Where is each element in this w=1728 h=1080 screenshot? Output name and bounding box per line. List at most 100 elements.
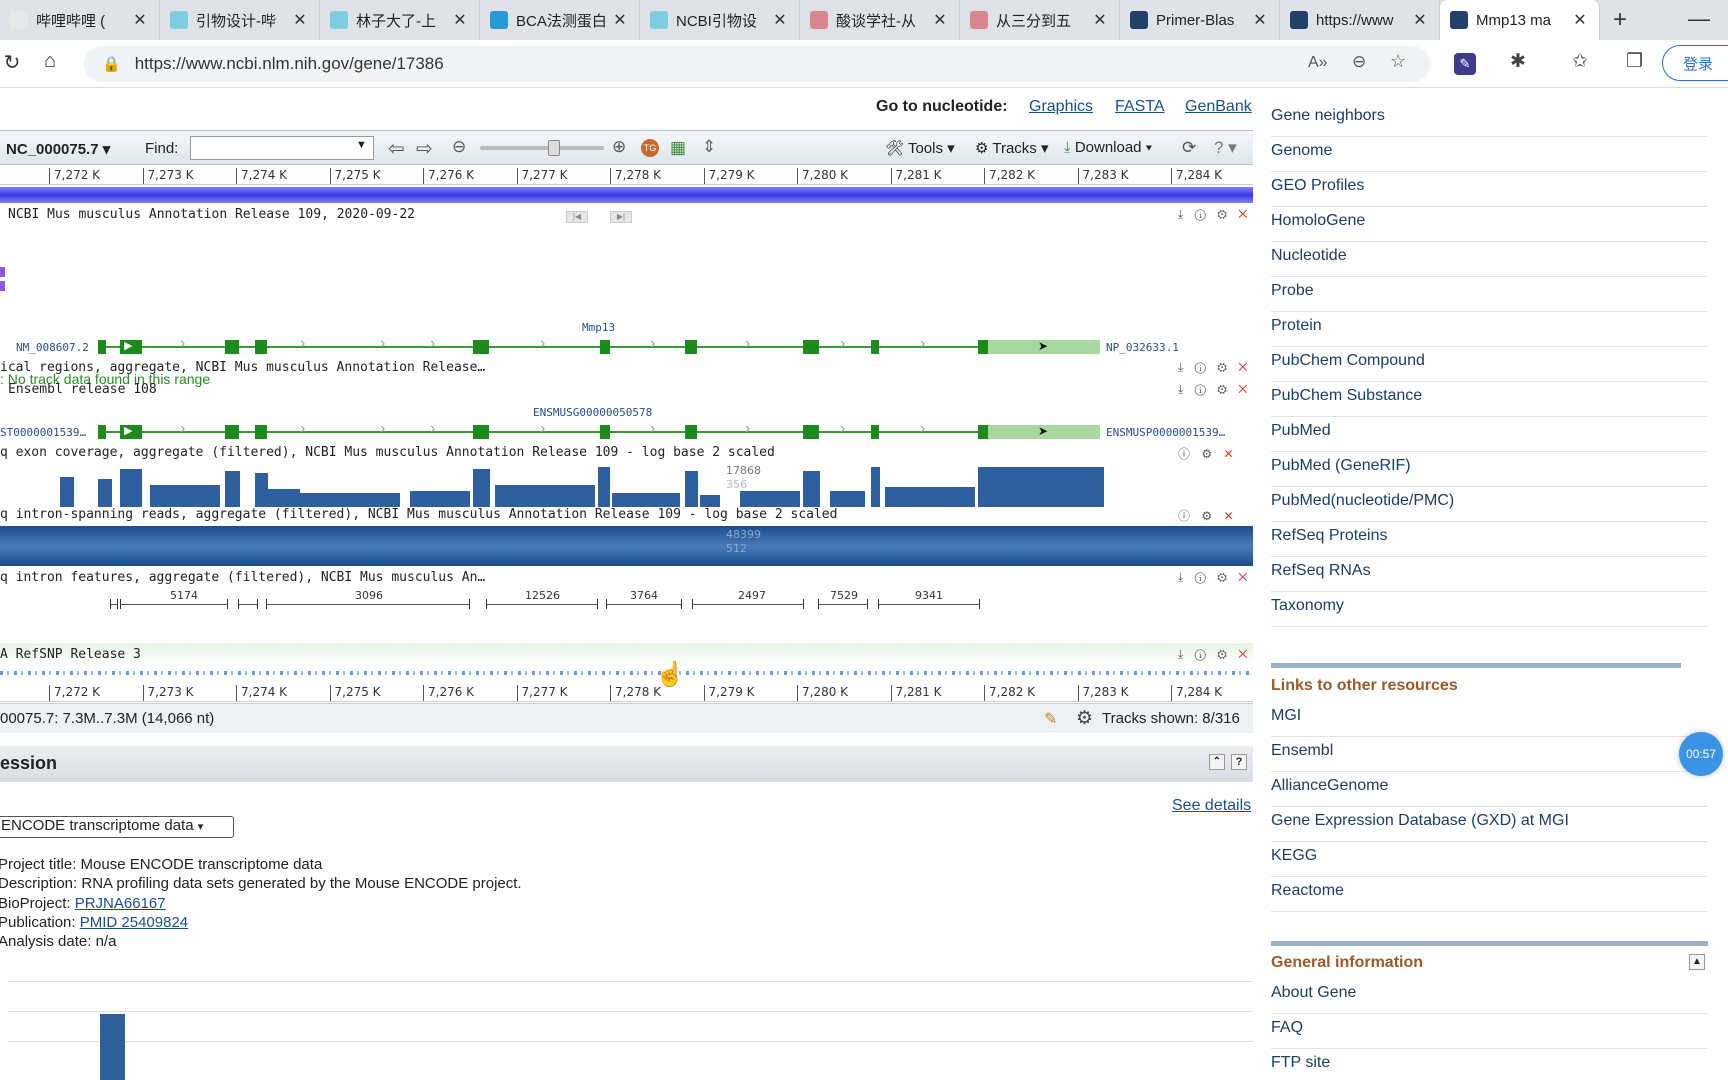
close-icon[interactable]: ✕: [291, 10, 309, 30]
sidebar-link[interactable]: Ensembl: [1271, 737, 1708, 772]
browser-tab[interactable]: Mmp13 ma ✕: [1440, 0, 1600, 40]
sidebar-link[interactable]: AllianceGenome: [1271, 772, 1708, 807]
collapse-icon[interactable]: ⌃: [1209, 754, 1225, 770]
reload-icon[interactable]: ⟳: [1182, 138, 1196, 158]
home-icon[interactable]: ⌂: [30, 50, 70, 73]
track-scroll-left[interactable]: |◀: [566, 211, 588, 223]
zoom-slider-handle[interactable]: [548, 140, 560, 156]
sidebar-link[interactable]: RefSeq Proteins: [1271, 522, 1708, 557]
extension-pen-icon[interactable]: ✎: [1454, 53, 1476, 75]
gene-model-refseq[interactable]: › › › › › › › › › ➤ ▶: [0, 335, 1253, 355]
track-controls[interactable]: ⓘ ⚙ ✕: [1178, 507, 1238, 524]
zoom-out-icon[interactable]: ⊖: [1352, 52, 1366, 72]
close-icon[interactable]: ✕: [1411, 10, 1429, 30]
refresh-icon[interactable]: ↻: [0, 50, 32, 75]
sidebar-link[interactable]: Nucleotide: [1271, 242, 1708, 277]
track-scroll-right[interactable]: ▶|: [610, 211, 632, 223]
browser-tab[interactable]: 从三分到五 ✕: [960, 0, 1120, 40]
track-controls[interactable]: ⤓ ⓘ ⚙ ✕: [1178, 382, 1251, 397]
sidebar-link[interactable]: PubChem Substance: [1271, 382, 1708, 417]
publication-link[interactable]: PMID 25409824: [80, 914, 188, 931]
browser-tab[interactable]: NCBI引物设 ✕: [640, 0, 800, 40]
edit-icon[interactable]: ✎: [1044, 709, 1057, 729]
tools-menu[interactable]: 🛠 Tools ▾: [885, 139, 955, 157]
url-bar[interactable]: 🔒 https://www.ncbi.nlm.nih.gov/gene/1738…: [84, 46, 1430, 82]
sidebar-link[interactable]: MGI: [1271, 702, 1708, 737]
close-icon[interactable]: ✕: [611, 10, 629, 30]
find-input[interactable]: [190, 136, 374, 160]
project-select[interactable]: ENCODE transcriptome data ▾: [0, 816, 234, 838]
sidebar-link[interactable]: Genome: [1271, 137, 1708, 172]
track-controls[interactable]: ⓘ ⚙ ✕: [1178, 445, 1238, 462]
accession-dropdown[interactable]: NC_000075.7 ▾: [6, 140, 110, 158]
browser-tab[interactable]: https://www ✕: [1280, 0, 1440, 40]
sidebar-link[interactable]: RefSeq RNAs: [1271, 557, 1708, 592]
pan-left-icon[interactable]: ⇦: [388, 136, 405, 161]
sidebar-link[interactable]: KEGG: [1271, 842, 1708, 877]
browser-tab[interactable]: 哔哩哔哩 (✕: [0, 0, 160, 40]
new-tab-button[interactable]: +: [1600, 0, 1640, 40]
sidebar-link[interactable]: Reactome: [1271, 877, 1708, 912]
minimize-icon[interactable]: —: [1688, 6, 1710, 32]
gear-icon[interactable]: ⚙: [1076, 707, 1093, 730]
tracks-menu[interactable]: ⚙ Tracks ▾: [975, 139, 1049, 157]
fit-view-icon[interactable]: ⇕: [702, 137, 716, 157]
bioproject-link[interactable]: PRJNA66167: [75, 895, 166, 912]
close-icon[interactable]: ✕: [1571, 10, 1589, 30]
sidebar-link[interactable]: PubMed: [1271, 417, 1708, 452]
browser-tab[interactable]: 林子大了-上 ✕: [320, 0, 480, 40]
track-controls[interactable]: ⤓ ⓘ ⚙ ✕: [1178, 360, 1251, 375]
sidebar-link[interactable]: Gene neighbors: [1271, 102, 1708, 137]
sidebar-link[interactable]: Gene Expression Database (GXD) at MGI: [1271, 807, 1708, 842]
close-icon[interactable]: ✕: [931, 10, 949, 30]
gene-model-ensembl[interactable]: › › › › › › › › › ➤ ▶: [0, 420, 1253, 440]
goto-fasta-link[interactable]: FASTA: [1115, 98, 1165, 116]
sidebar-link[interactable]: FTP site: [1271, 1049, 1708, 1080]
sidebar-link[interactable]: About Gene: [1271, 979, 1708, 1014]
close-icon[interactable]: ✕: [1251, 10, 1269, 30]
sidebar-link[interactable]: GEO Profiles: [1271, 172, 1708, 207]
sidebar-link[interactable]: PubMed (GeneRIF): [1271, 452, 1708, 487]
see-details-link[interactable]: See details: [1172, 797, 1251, 815]
zoom-in-icon[interactable]: ⊕: [612, 137, 626, 157]
sidebar-link[interactable]: Protein: [1271, 312, 1708, 347]
login-button[interactable]: 登录: [1662, 45, 1728, 81]
collapse-icon[interactable]: ▲: [1689, 954, 1705, 970]
coverage-bar: [98, 479, 112, 507]
sidebar-link[interactable]: Taxonomy: [1271, 592, 1708, 627]
browser-tab[interactable]: 酸谈学社-从 ✕: [800, 0, 960, 40]
find-dropdown-icon[interactable]: ▼: [356, 139, 367, 151]
expression-bar[interactable]: [100, 1014, 125, 1080]
sidebar-link[interactable]: FAQ: [1271, 1014, 1708, 1049]
timer-badge[interactable]: 00:57: [1679, 732, 1723, 776]
favorite-add-icon[interactable]: ☆: [1390, 51, 1406, 72]
close-icon[interactable]: ✕: [451, 10, 469, 30]
sidebar-link[interactable]: HomoloGene: [1271, 207, 1708, 242]
sidebar-link[interactable]: Probe: [1271, 277, 1708, 312]
track-controls[interactable]: ⤓ ⓘ ⚙ ✕: [1178, 207, 1251, 222]
favorites-icon[interactable]: ✩: [1572, 50, 1588, 73]
collections-icon[interactable]: ❐: [1626, 50, 1643, 73]
close-icon[interactable]: ✕: [1091, 10, 1109, 30]
help-icon[interactable]: ?: [1231, 754, 1247, 770]
goto-genbank-link[interactable]: GenBank: [1185, 98, 1252, 116]
read-aloud-icon[interactable]: A»: [1308, 54, 1328, 72]
goto-graphics-link[interactable]: Graphics: [1029, 98, 1093, 116]
download-menu[interactable]: ⤓ Download ▾: [1064, 139, 1152, 156]
browser-tab[interactable]: 引物设计-哔 ✕: [160, 0, 320, 40]
sidebar-link[interactable]: PubChem Compound: [1271, 347, 1708, 382]
zoom-out-icon[interactable]: ⊖: [452, 137, 466, 157]
close-icon[interactable]: ✕: [771, 10, 789, 30]
tracks-grid-icon[interactable]: ▦: [670, 138, 686, 158]
browser-tab[interactable]: BCA法测蛋白 ✕: [480, 0, 640, 40]
sidebar-link[interactable]: PubMed(nucleotide/PMC): [1271, 487, 1708, 522]
help-icon[interactable]: ? ▾: [1214, 138, 1237, 158]
track-controls[interactable]: ⤓ ⓘ ⚙ ✕: [1178, 647, 1251, 662]
extensions-icon[interactable]: ✱: [1510, 50, 1526, 73]
zoom-slider[interactable]: [480, 146, 604, 150]
track-controls[interactable]: ⤓ ⓘ ⚙ ✕: [1178, 570, 1251, 585]
sequence-view-icon[interactable]: TG: [641, 139, 659, 157]
pan-right-icon[interactable]: ⇨: [416, 136, 433, 161]
browser-tab[interactable]: Primer-Blas ✕: [1120, 0, 1280, 40]
close-icon[interactable]: ✕: [131, 10, 149, 30]
